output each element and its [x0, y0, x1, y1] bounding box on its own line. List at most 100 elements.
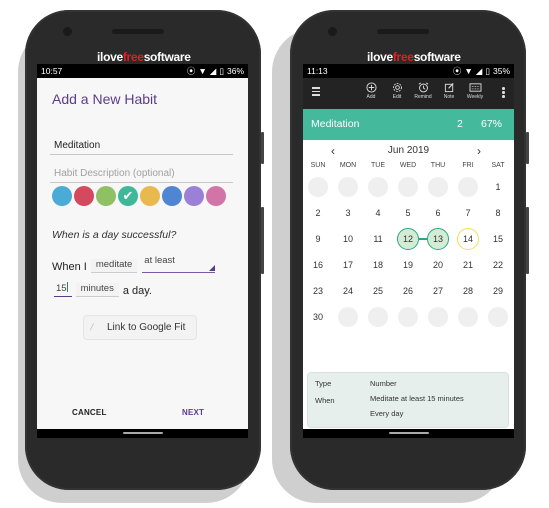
calendar-empty-cell [333, 304, 363, 330]
earpiece-speaker [112, 29, 164, 34]
home-gesture-pill[interactable] [122, 432, 163, 434]
toolbar-remind-button[interactable]: Remind [412, 82, 434, 100]
day-number: 28 [462, 286, 473, 296]
calendar-day[interactable]: 25 [363, 278, 393, 304]
calendar-empty-cell [453, 174, 483, 200]
calendar-day[interactable]: 30 [303, 304, 333, 330]
habit-streak: 2 [457, 118, 463, 130]
calendar-day[interactable]: 16 [303, 252, 333, 278]
calendar-day[interactable]: 9 [303, 226, 333, 252]
link-google-fit-button[interactable]: ╱ Link to Google Fit [83, 315, 197, 340]
calendar-day[interactable]: 20 [423, 252, 453, 278]
battery-icon: ▯ [485, 65, 490, 76]
watermark: ilovefreesoftware [367, 50, 461, 64]
next-button[interactable]: NEXT [182, 408, 204, 417]
day-number: 21 [462, 260, 473, 270]
home-gesture-pill[interactable] [388, 432, 429, 434]
empty-day-placeholder [398, 177, 418, 197]
calendar-day[interactable]: 26 [393, 278, 423, 304]
day-number: 6 [435, 208, 441, 218]
color-swatch[interactable] [206, 186, 226, 206]
weekday-label: TUE [371, 162, 385, 169]
calendar-day[interactable]: 1 [483, 174, 513, 200]
amount-input[interactable]: 15 [54, 282, 72, 297]
completed-day-marker: 12 [397, 228, 419, 250]
color-swatch[interactable]: ✔ [118, 186, 138, 206]
day-number: 23 [312, 286, 323, 296]
calendar-day[interactable]: 2 [303, 200, 333, 226]
earpiece-speaker [377, 29, 429, 34]
calendar-day[interactable]: 6 [423, 200, 453, 226]
calendar-day[interactable]: 28 [453, 278, 483, 304]
when-value: Meditate at least 15 minutes [370, 394, 464, 403]
battery-percent: 35% [492, 66, 510, 76]
calendar-day[interactable]: 3 [333, 200, 363, 226]
calendar-day[interactable]: 14 [453, 226, 483, 252]
comparison-select[interactable]: at least [142, 255, 216, 273]
right-phone-frame: ilovefreesoftware 11:13 ⦿ ▼ ◢ ▯ 35% Add [290, 10, 529, 490]
volume-button [526, 207, 529, 274]
calendar-day[interactable]: 17 [333, 252, 363, 278]
calendar-day[interactable]: 13 [423, 226, 453, 252]
vibrate-icon: ⦿ [452, 66, 462, 76]
left-screen: 10:57 ⦿ ▼ ◢ ▯ 36% Add a New Habit Medita… [37, 64, 248, 438]
calendar-day[interactable]: 18 [363, 252, 393, 278]
habit-name-input[interactable]: Meditation [50, 140, 233, 155]
unit-input[interactable]: minutes [75, 283, 119, 297]
toolbar-note-button[interactable]: Note [438, 82, 460, 100]
calendar-day[interactable]: 22 [483, 252, 513, 278]
type-value: Number [370, 379, 397, 388]
day-number: 24 [342, 286, 353, 296]
calendar-day[interactable]: 10 [333, 226, 363, 252]
calendar-day[interactable]: 29 [483, 278, 513, 304]
hamburger-icon[interactable] [312, 87, 320, 98]
calendar-day[interactable]: 24 [333, 278, 363, 304]
signal-icon: ◢ [475, 65, 483, 76]
amount-row: 15 minutes a day. [54, 282, 152, 297]
toolbar-add-button[interactable]: Add [360, 82, 382, 100]
calendar-day[interactable]: 8 [483, 200, 513, 226]
empty-day-placeholder [368, 307, 388, 327]
habit-description-input[interactable]: Habit Description (optional) [50, 168, 233, 183]
day-number: 22 [492, 260, 503, 270]
day-number: 30 [312, 312, 323, 322]
color-swatch[interactable] [140, 186, 160, 206]
kebab-menu-icon[interactable] [502, 87, 505, 99]
system-nav-bar [37, 429, 248, 438]
left-phone-frame: ilovefreesoftware 10:57 ⦿ ▼ ◢ ▯ 36% Add … [25, 10, 264, 490]
calendar-day[interactable]: 19 [393, 252, 423, 278]
color-swatch[interactable] [162, 186, 182, 206]
when-label: When [315, 396, 335, 405]
calendar-day[interactable]: 4 [363, 200, 393, 226]
watermark: ilovefreesoftware [97, 50, 191, 64]
calendar-day[interactable]: 11 [363, 226, 393, 252]
status-bar: 10:57 ⦿ ▼ ◢ ▯ 36% [37, 64, 248, 78]
toolbar-weekly-button[interactable]: Weekly [464, 82, 486, 100]
day-number: 20 [432, 260, 443, 270]
cancel-button[interactable]: CANCEL [72, 408, 107, 417]
wifi-icon: ▼ [198, 66, 207, 76]
toolbar-edit-button[interactable]: Edit [386, 82, 408, 100]
calendar-empty-cell [303, 174, 333, 200]
calendar-day[interactable]: 12 [393, 226, 423, 252]
calendar-day[interactable]: 23 [303, 278, 333, 304]
color-picker: ✔ [52, 186, 226, 206]
calendar-day[interactable]: 15 [483, 226, 513, 252]
calendar-day[interactable]: 5 [393, 200, 423, 226]
empty-day-placeholder [488, 307, 508, 327]
day-number: 9 [315, 234, 321, 244]
verb-input[interactable]: meditate [90, 259, 138, 273]
app-toolbar: Add Edit Remind Note Weekly [303, 78, 514, 109]
color-swatch[interactable] [96, 186, 116, 206]
calendar-day[interactable]: 7 [453, 200, 483, 226]
empty-day-placeholder [338, 177, 358, 197]
color-swatch[interactable] [74, 186, 94, 206]
empty-day-placeholder [368, 177, 388, 197]
color-swatch[interactable] [184, 186, 204, 206]
calendar-empty-cell [453, 304, 483, 330]
calendar-day[interactable]: 27 [423, 278, 453, 304]
calendar-day[interactable]: 21 [453, 252, 483, 278]
day-number: 2 [315, 208, 321, 218]
color-swatch[interactable] [52, 186, 72, 206]
next-month-button[interactable]: › [477, 144, 481, 158]
